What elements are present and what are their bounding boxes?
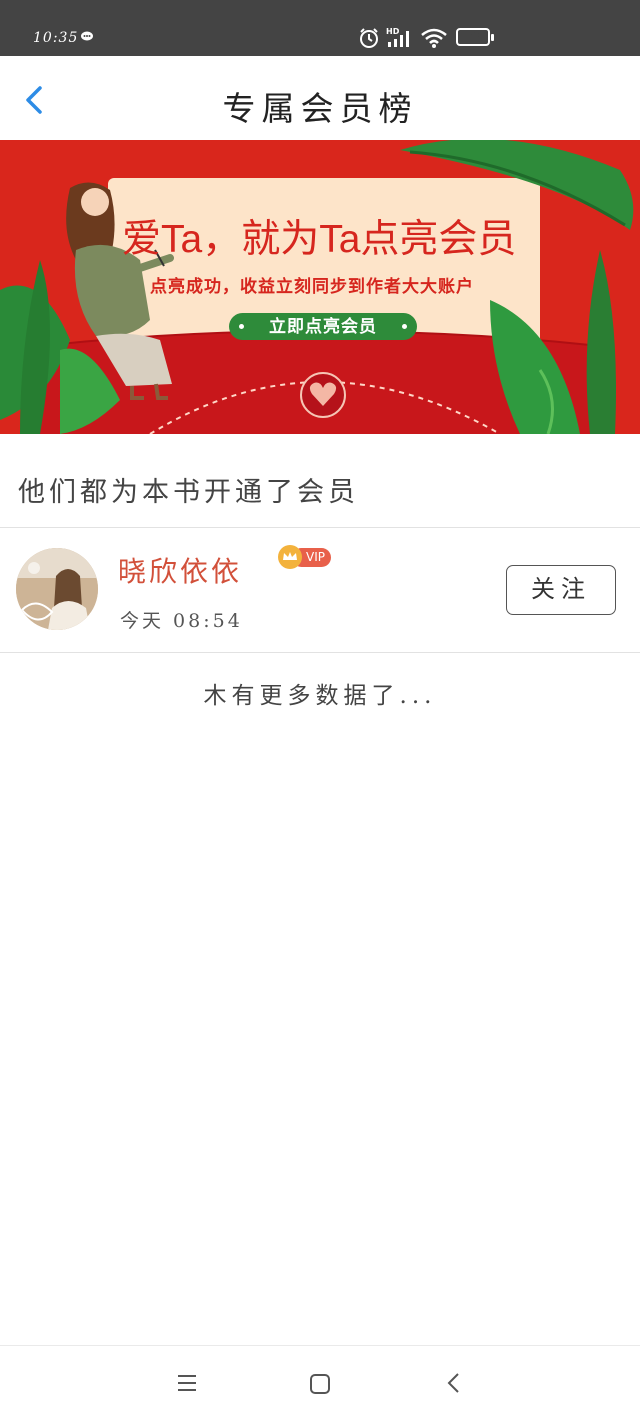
- member-time: 今天 08:54: [120, 610, 243, 632]
- list-item[interactable]: 晓欣依依 VIP 今天 08:54 关注: [0, 528, 640, 652]
- light-up-member-button[interactable]: 立即点亮会员: [229, 313, 417, 340]
- battery-level: 80: [466, 31, 480, 41]
- menu-icon[interactable]: [176, 1373, 198, 1393]
- page-title: 专属会员榜: [222, 89, 418, 128]
- chat-icon: [81, 31, 93, 41]
- signal-icon: HD: [386, 27, 409, 47]
- dot-left: [239, 324, 244, 329]
- home-square-icon[interactable]: [309, 1373, 331, 1395]
- wifi-icon: [421, 28, 447, 48]
- avatar[interactable]: [16, 548, 98, 630]
- dot-right: [402, 324, 407, 329]
- member-name[interactable]: 晓欣依依: [118, 550, 242, 590]
- banner-headline: 爱Ta，就为Ta点亮会员: [122, 218, 517, 261]
- status-time: 10:35: [33, 30, 79, 46]
- vip-badge: VIP: [278, 545, 332, 569]
- avatar-image: [16, 548, 98, 630]
- battery-icon: 80: [456, 28, 490, 46]
- follow-button[interactable]: 关注: [506, 565, 616, 615]
- divider: [0, 652, 640, 653]
- svg-text:HD: HD: [386, 27, 400, 36]
- light-up-member-label: 立即点亮会员: [269, 317, 377, 336]
- header: 专属会员榜: [0, 56, 640, 140]
- status-bar: 10:35 HD 80: [0, 0, 640, 56]
- battery-tip: [491, 34, 494, 41]
- alarm-icon: [360, 28, 378, 48]
- section-title: 他们都为本书开通了会员: [18, 477, 359, 508]
- crown-icon: [278, 545, 302, 569]
- system-nav-bar: [0, 1345, 640, 1422]
- back-triangle-icon[interactable]: [444, 1371, 464, 1395]
- no-more-data-text: 木有更多数据了...: [203, 683, 437, 709]
- banner-subtitle: 点亮成功，收益立刻同步到作者大大账户: [150, 277, 474, 296]
- promo-banner[interactable]: 爱Ta，就为Ta点亮会员 点亮成功，收益立刻同步到作者大大账户 立即点亮会员: [0, 140, 640, 434]
